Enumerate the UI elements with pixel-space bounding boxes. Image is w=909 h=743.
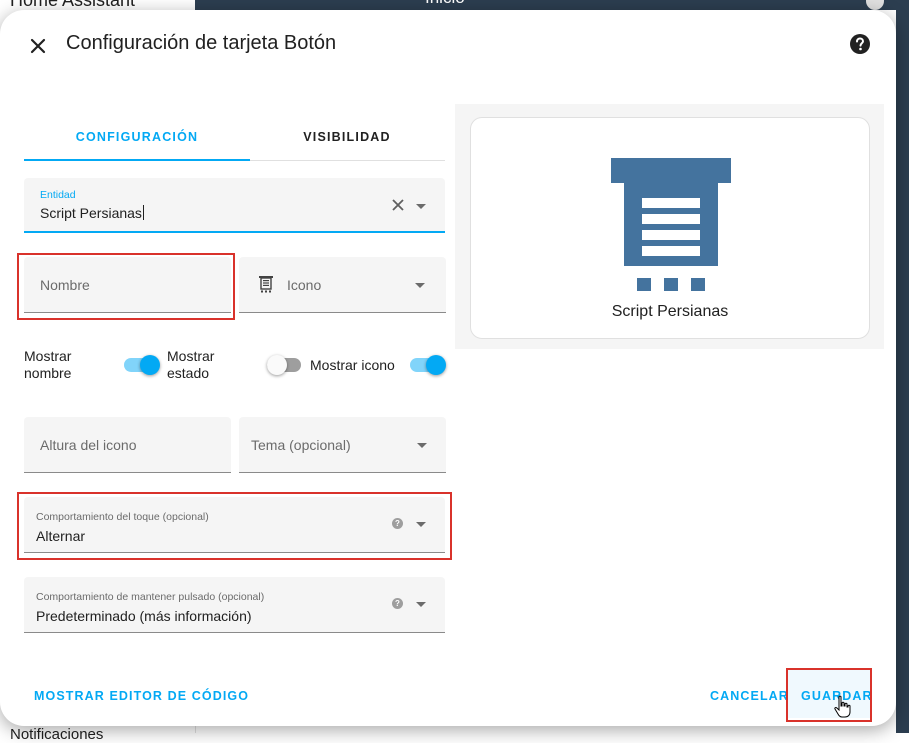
- preview-entity-name: Script Persianas: [611, 303, 729, 320]
- chevron-down-icon[interactable]: [416, 204, 426, 209]
- app-background-right: [896, 0, 909, 733]
- icon-field[interactable]: Icono: [239, 257, 446, 313]
- window-shutter-icon: [259, 276, 273, 293]
- help-icon[interactable]: [849, 33, 871, 55]
- show-state-label: Mostrar estado: [167, 348, 215, 381]
- hold-action-value: Predeterminado (más información): [36, 608, 252, 624]
- help-icon[interactable]: ?: [392, 518, 403, 529]
- show-name-switch[interactable]: [124, 355, 160, 375]
- icon-height-placeholder: Altura del icono: [40, 437, 137, 453]
- tabs: CONFIGURACIÓN VISIBILIDAD: [24, 114, 445, 161]
- chevron-down-icon[interactable]: [416, 522, 426, 527]
- chevron-down-icon[interactable]: [417, 443, 427, 448]
- app-header: Inicio: [195, 0, 909, 10]
- sidebar-item-notifications[interactable]: Notificaciones: [10, 726, 103, 743]
- chevron-down-icon[interactable]: [415, 283, 425, 288]
- entity-field[interactable]: Entidad Script Persianas: [24, 178, 445, 233]
- window-shutter-icon: [609, 158, 733, 296]
- cancel-button[interactable]: CANCELAR: [710, 689, 789, 703]
- show-code-editor-button[interactable]: MOSTRAR EDITOR DE CÓDIGO: [34, 689, 249, 703]
- tap-action-label: Comportamiento del toque (opcional): [36, 511, 209, 523]
- dialog-header: Configuración de tarjeta Botón: [0, 10, 896, 78]
- theme-placeholder: Tema (opcional): [251, 437, 351, 453]
- entity-label: Entidad: [40, 189, 76, 201]
- hold-action-label: Comportamiento de mantener pulsado (opci…: [36, 591, 265, 603]
- chevron-down-icon[interactable]: [416, 602, 426, 607]
- name-field[interactable]: Nombre: [24, 257, 231, 313]
- show-icon-switch[interactable]: [410, 355, 446, 375]
- dialog-title: Configuración de tarjeta Botón: [66, 32, 337, 54]
- name-placeholder: Nombre: [40, 277, 90, 293]
- show-name-label: Mostrar nombre: [24, 348, 72, 381]
- hand-pointer-icon: [834, 695, 852, 719]
- help-icon[interactable]: ?: [392, 598, 403, 609]
- toggle-row: Mostrar nombre Mostrar estado Mostrar icon…: [24, 348, 446, 388]
- card-config-dialog: Configuración de tarjeta Botón CONFIGURA…: [0, 10, 896, 726]
- tab-configuracion[interactable]: CONFIGURACIÓN: [24, 114, 250, 161]
- button-card-preview[interactable]: Script Persianas: [470, 117, 870, 339]
- tab-visibilidad[interactable]: VISIBILIDAD: [234, 114, 460, 160]
- show-icon-label: Mostrar icono: [310, 357, 395, 373]
- entity-value[interactable]: Script Persianas: [40, 205, 144, 221]
- icon-height-field[interactable]: Altura del icono: [24, 417, 231, 473]
- app-header-title: Inicio: [425, 0, 465, 8]
- close-icon[interactable]: [26, 34, 50, 58]
- tap-action-value: Alternar: [36, 528, 86, 544]
- show-state-switch[interactable]: [267, 355, 303, 375]
- icon-placeholder: Icono: [287, 277, 322, 293]
- clear-icon[interactable]: [391, 198, 405, 212]
- theme-select[interactable]: Tema (opcional): [239, 417, 446, 473]
- tap-action-select[interactable]: Comportamiento del toque (opcional) Alte…: [24, 497, 445, 553]
- hold-action-select[interactable]: Comportamiento de mantener pulsado (opci…: [24, 577, 445, 633]
